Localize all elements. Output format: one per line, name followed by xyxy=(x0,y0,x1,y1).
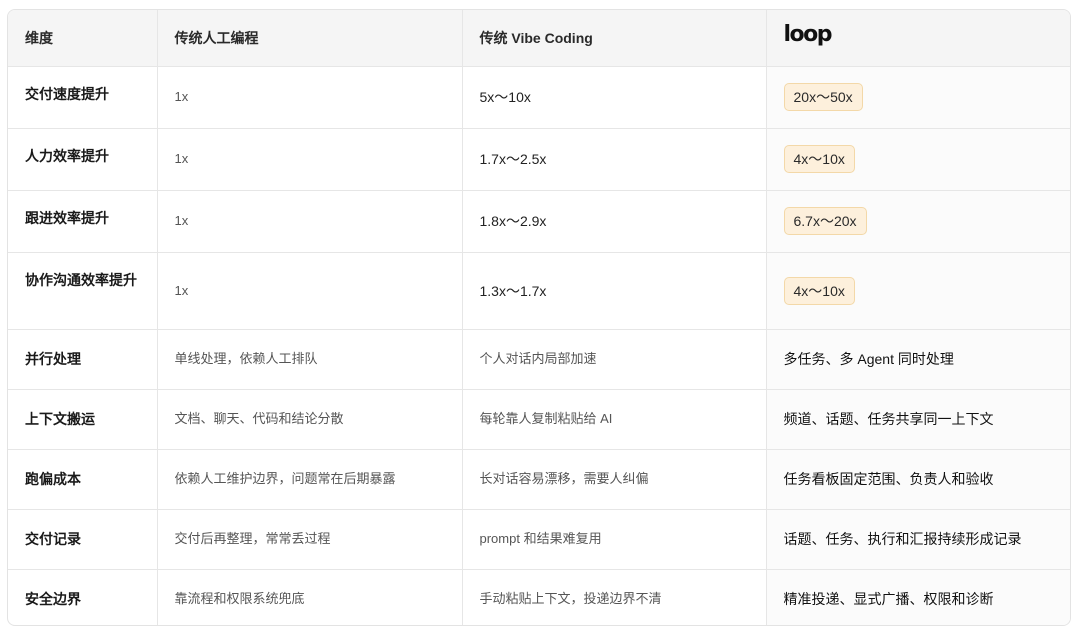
row-dimension: 协作沟通效率提升 xyxy=(8,252,158,330)
comparison-table-card: 维度 传统人工编程 传统 Vibe Coding loop 交付速度提升 1x … xyxy=(7,9,1071,626)
highlight-pill: 20x〜50x xyxy=(783,83,863,111)
row-vibe: 5x〜10x xyxy=(462,66,767,129)
table-row: 协作沟通效率提升 1x 1.3x〜1.7x 4x〜10x xyxy=(8,252,1070,330)
table-header-row: 维度 传统人工编程 传统 Vibe Coding loop xyxy=(8,10,1070,67)
highlight-pill: 4x〜10x xyxy=(783,276,855,305)
row-dimension: 人力效率提升 xyxy=(8,128,158,191)
row-loop: 精准投递、显式广播、权限和诊断 xyxy=(766,569,1070,625)
row-traditional: 文档、聊天、代码和结论分散 xyxy=(157,389,463,450)
row-traditional: 靠流程和权限系统兜底 xyxy=(157,569,463,625)
highlight-pill: 6.7x〜20x xyxy=(783,207,867,235)
row-loop: 6.7x〜20x xyxy=(766,190,1070,253)
row-vibe: 手动粘贴上下文，投递边界不清 xyxy=(462,569,767,625)
row-dimension: 并行处理 xyxy=(8,329,158,390)
row-dimension: 交付记录 xyxy=(8,509,158,570)
row-vibe: 1.8x〜2.9x xyxy=(462,190,767,253)
row-traditional: 交付后再整理，常常丢过程 xyxy=(157,509,463,570)
table-row: 上下文搬运 文档、聊天、代码和结论分散 每轮靠人复制粘贴给 AI 频道、话题、任… xyxy=(8,389,1070,450)
header-traditional: 传统人工编程 xyxy=(157,10,463,67)
row-loop: 任务看板固定范围、负责人和验收 xyxy=(766,449,1070,510)
table-row: 交付速度提升 1x 5x〜10x 20x〜50x xyxy=(8,66,1070,129)
row-vibe: 1.3x〜1.7x xyxy=(462,252,767,330)
row-dimension: 跟进效率提升 xyxy=(8,190,158,253)
table-row: 人力效率提升 1x 1.7x〜2.5x 4x〜10x xyxy=(8,128,1070,191)
row-loop: 20x〜50x xyxy=(766,66,1070,129)
row-traditional: 依赖人工维护边界，问题常在后期暴露 xyxy=(157,449,463,510)
row-loop: 多任务、多 Agent 同时处理 xyxy=(766,329,1070,390)
row-traditional: 1x xyxy=(157,66,463,129)
row-vibe: 长对话容易漂移，需要人纠偏 xyxy=(462,449,767,510)
row-traditional: 单线处理，依赖人工排队 xyxy=(157,329,463,390)
row-traditional: 1x xyxy=(157,128,463,191)
row-loop: 频道、话题、任务共享同一上下文 xyxy=(766,389,1070,450)
header-dimension: 维度 xyxy=(8,10,158,67)
header-loop-logo: loop xyxy=(766,10,1070,67)
row-vibe: prompt 和结果难复用 xyxy=(462,509,767,570)
table-row: 跟进效率提升 1x 1.8x〜2.9x 6.7x〜20x xyxy=(8,190,1070,253)
table-row: 安全边界 靠流程和权限系统兜底 手动粘贴上下文，投递边界不清 精准投递、显式广播… xyxy=(8,569,1070,625)
row-dimension: 安全边界 xyxy=(8,569,158,625)
row-vibe: 1.7x〜2.5x xyxy=(462,128,767,191)
row-dimension: 上下文搬运 xyxy=(8,389,158,450)
row-traditional: 1x xyxy=(157,190,463,253)
row-vibe: 个人对话内局部加速 xyxy=(462,329,767,390)
highlight-pill: 4x〜10x xyxy=(783,145,855,173)
comparison-table: 维度 传统人工编程 传统 Vibe Coding loop 交付速度提升 1x … xyxy=(8,10,1070,625)
row-dimension: 跑偏成本 xyxy=(8,449,158,510)
header-vibe-coding: 传统 Vibe Coding xyxy=(462,10,767,67)
table-row: 交付记录 交付后再整理，常常丢过程 prompt 和结果难复用 话题、任务、执行… xyxy=(8,509,1070,570)
row-vibe: 每轮靠人复制粘贴给 AI xyxy=(462,389,767,450)
loop-logo: loop xyxy=(783,22,833,48)
row-loop: 4x〜10x xyxy=(766,128,1070,191)
row-loop: 话题、任务、执行和汇报持续形成记录 xyxy=(766,509,1070,570)
row-traditional: 1x xyxy=(157,252,463,330)
row-loop: 4x〜10x xyxy=(766,252,1070,330)
row-dimension: 交付速度提升 xyxy=(8,66,158,129)
table-row: 并行处理 单线处理，依赖人工排队 个人对话内局部加速 多任务、多 Agent 同… xyxy=(8,329,1070,390)
table-row: 跑偏成本 依赖人工维护边界，问题常在后期暴露 长对话容易漂移，需要人纠偏 任务看… xyxy=(8,449,1070,510)
